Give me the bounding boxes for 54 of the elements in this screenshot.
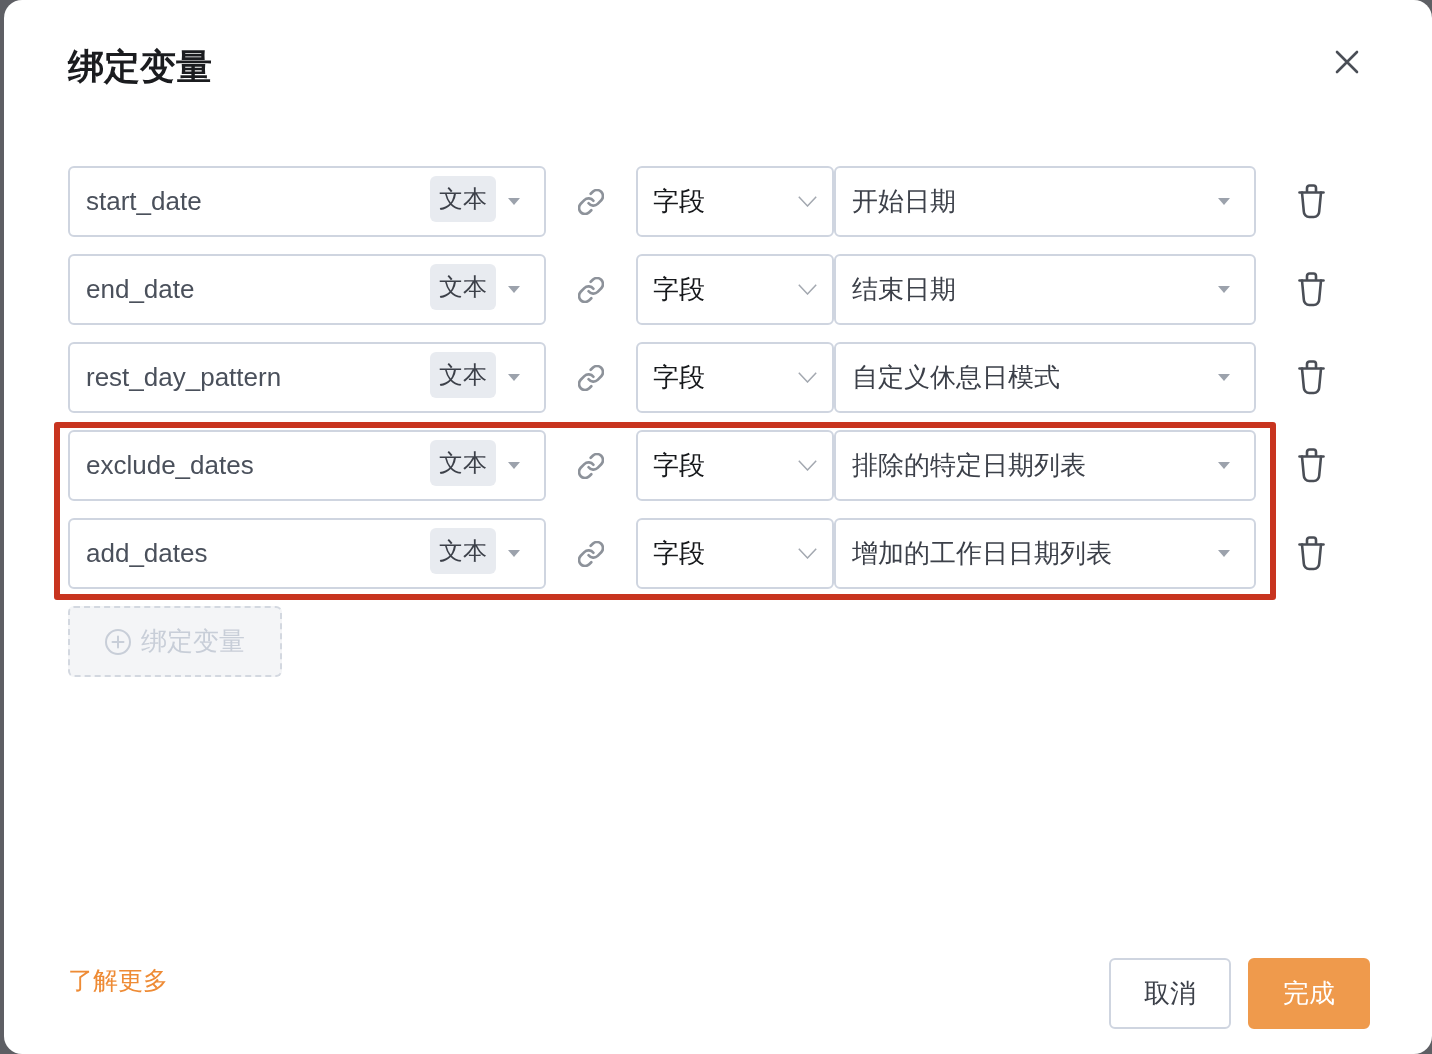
source-select[interactable]: 字段 — [636, 430, 834, 501]
caret-icon — [508, 462, 520, 469]
delete-button[interactable] — [1297, 360, 1325, 395]
value-select[interactable]: 结束日期 — [834, 254, 1256, 325]
dialog-title: 绑定变量 — [68, 45, 212, 89]
value-select[interactable]: 自定义休息日模式 — [834, 342, 1256, 413]
type-badge[interactable]: 文本 — [430, 351, 496, 398]
type-badge[interactable]: 文本 — [430, 263, 496, 310]
link-icon — [578, 276, 604, 303]
link-icon — [578, 188, 604, 215]
caret-icon — [508, 286, 520, 293]
caret-icon — [508, 550, 520, 557]
chevron-down-icon — [798, 196, 817, 207]
chevron-down-icon — [798, 548, 817, 559]
source-select[interactable]: 字段 — [636, 518, 834, 589]
delete-button[interactable] — [1297, 272, 1325, 307]
caret-icon — [1218, 550, 1230, 557]
delete-button[interactable] — [1297, 536, 1325, 571]
chevron-down-icon — [798, 284, 817, 295]
trash-icon — [1297, 448, 1325, 483]
trash-icon — [1297, 360, 1325, 395]
source-select[interactable]: 字段 — [636, 166, 834, 237]
link-icon — [578, 364, 604, 391]
type-badge[interactable]: 文本 — [430, 439, 496, 486]
caret-icon — [508, 374, 520, 381]
chevron-down-icon — [798, 460, 817, 471]
trash-icon — [1297, 272, 1325, 307]
variable-field[interactable]: start_date 文本 — [68, 166, 546, 237]
variable-field[interactable]: end_date 文本 — [68, 254, 546, 325]
value-select[interactable]: 增加的工作日日期列表 — [834, 518, 1256, 589]
link-icon — [578, 540, 604, 567]
caret-icon — [1218, 198, 1230, 205]
caret-icon — [1218, 286, 1230, 293]
caret-icon — [1218, 462, 1230, 469]
variable-field[interactable]: add_dates 文本 — [68, 518, 546, 589]
close-icon — [1335, 50, 1359, 74]
variable-field[interactable]: exclude_dates 文本 — [68, 430, 546, 501]
source-select[interactable]: 字段 — [636, 254, 834, 325]
cancel-button[interactable]: 取消 — [1109, 958, 1231, 1029]
caret-icon — [1218, 374, 1230, 381]
plus-circle-icon — [105, 628, 131, 655]
type-badge[interactable]: 文本 — [430, 175, 496, 222]
value-select[interactable]: 排除的特定日期列表 — [834, 430, 1256, 501]
source-select[interactable]: 字段 — [636, 342, 834, 413]
link-icon — [578, 452, 604, 479]
chevron-down-icon — [798, 372, 817, 383]
variable-field[interactable]: rest_day_pattern 文本 — [68, 342, 546, 413]
trash-icon — [1297, 184, 1325, 219]
delete-button[interactable] — [1297, 184, 1325, 219]
trash-icon — [1297, 536, 1325, 571]
value-select[interactable]: 开始日期 — [834, 166, 1256, 237]
type-badge[interactable]: 文本 — [430, 527, 496, 574]
caret-icon — [508, 198, 520, 205]
delete-button[interactable] — [1297, 448, 1325, 483]
